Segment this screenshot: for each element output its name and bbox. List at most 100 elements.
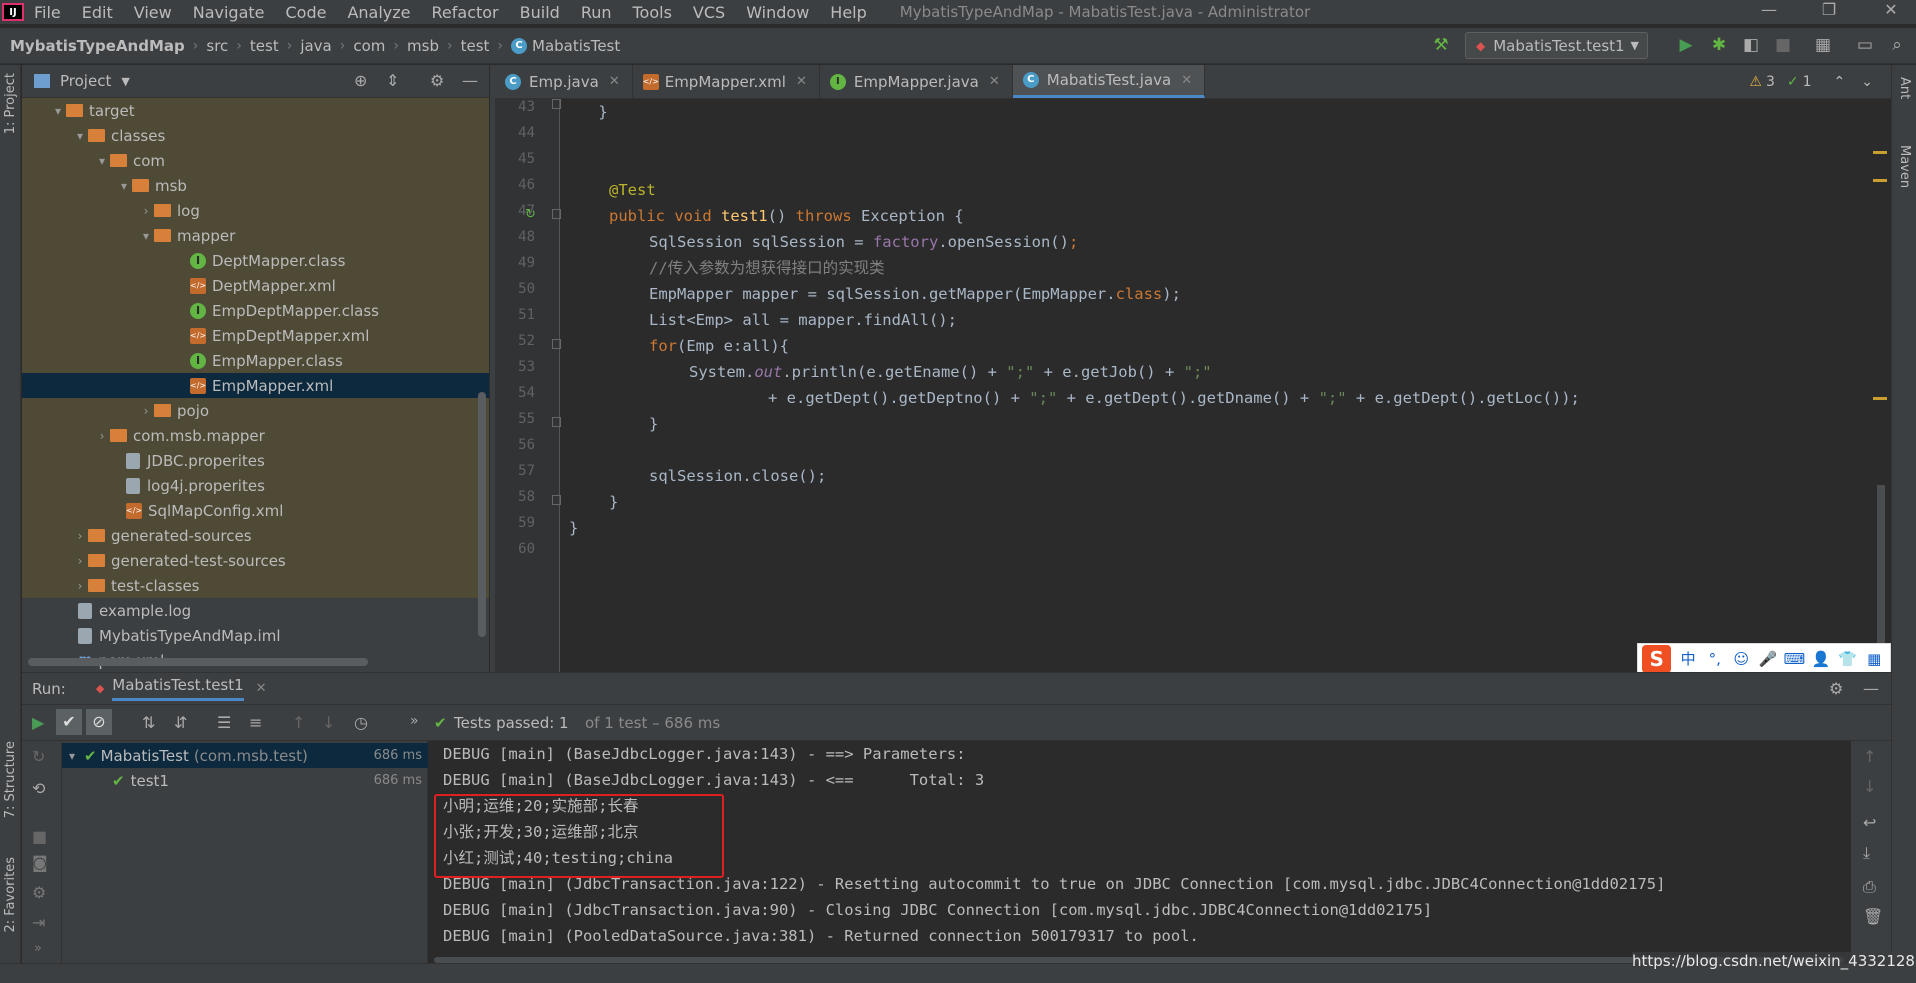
tree-item-jdbc-properties[interactable]: JDBC.properites: [22, 448, 489, 473]
tree-item-sqlmapconfig-xml[interactable]: </> SqlMapConfig.xml: [22, 498, 489, 523]
tool-tab-favorites[interactable]: 2: Favorites: [3, 857, 18, 933]
warning-marker[interactable]: [1873, 151, 1887, 154]
horizontal-scrollbar[interactable]: [28, 658, 368, 666]
tree-item-deptmapper-xml[interactable]: </> DeptMapper.xml: [22, 273, 489, 298]
test-case-row[interactable]: ✔ test1 686 ms: [62, 768, 428, 793]
breadcrumb-com[interactable]: com: [353, 37, 385, 55]
breadcrumb-project[interactable]: MybatisTypeAndMap: [10, 37, 185, 55]
close-icon[interactable]: ✕: [256, 681, 267, 696]
menu-vcs[interactable]: VCS: [693, 3, 725, 22]
tree-item-mapper[interactable]: ▾ mapper: [22, 223, 489, 248]
tool-tab-ant[interactable]: Ant: [1897, 77, 1912, 99]
tree-item-msb[interactable]: ▾ msb: [22, 173, 489, 198]
tree-item-com[interactable]: ▾ com: [22, 148, 489, 173]
layout-icon[interactable]: ▭: [1854, 35, 1876, 57]
tool-tab-project[interactable]: 1: Project: [3, 73, 18, 134]
menu-file[interactable]: File: [34, 3, 61, 22]
settings-small-icon[interactable]: ⚙: [32, 883, 46, 902]
stop-icon[interactable]: ■: [1772, 35, 1794, 57]
warning-marker[interactable]: [1873, 179, 1887, 182]
breadcrumb-src[interactable]: src: [206, 37, 228, 55]
restore-icon[interactable]: ❐: [1804, 0, 1854, 22]
tree-item-generated-sources[interactable]: › generated-sources: [22, 523, 489, 548]
tab-emp-java[interactable]: C Emp.java ✕: [495, 65, 633, 98]
tree-item-empmapper-class[interactable]: I EmpMapper.class: [22, 348, 489, 373]
ime-punctuation-toggle[interactable]: °,: [1704, 648, 1726, 670]
minimize-icon[interactable]: —: [1744, 0, 1794, 22]
next-failed-icon[interactable]: ↓: [322, 713, 335, 732]
menu-run[interactable]: Run: [581, 3, 612, 22]
fold-marker-icon[interactable]: [552, 99, 561, 109]
rerun-icon[interactable]: ▶: [32, 713, 44, 732]
breadcrumb-java[interactable]: java: [300, 37, 331, 55]
rerun-failed-icon[interactable]: ↻: [32, 747, 45, 766]
warning-marker[interactable]: [1873, 397, 1887, 400]
build-hammer-icon[interactable]: ⚒: [1430, 35, 1452, 57]
menu-window[interactable]: Window: [746, 3, 809, 22]
tree-item-test-classes[interactable]: › test-classes: [22, 573, 489, 598]
tree-item-empdeptmapper-xml[interactable]: </> EmpDeptMapper.xml: [22, 323, 489, 348]
test-suite-row[interactable]: ▾ ✔ MabatisTest (com.msb.test) 686 ms: [62, 743, 428, 768]
run-icon[interactable]: ▶: [1675, 35, 1697, 57]
search-icon[interactable]: ⌕: [1886, 35, 1908, 57]
collapse-all-icon[interactable]: ≡: [249, 713, 262, 732]
close-icon[interactable]: ✕: [796, 74, 807, 89]
more-icon[interactable]: »: [410, 713, 419, 729]
menu-tools[interactable]: Tools: [633, 3, 672, 22]
close-window-icon[interactable]: ✕: [1866, 0, 1916, 22]
breadcrumb-test[interactable]: test: [250, 37, 279, 55]
stop-icon[interactable]: ■: [32, 827, 47, 846]
tree-item-deptmapper-class[interactable]: I DeptMapper.class: [22, 248, 489, 273]
tree-item-log[interactable]: › log: [22, 198, 489, 223]
inspection-widget[interactable]: ⚠ 3 ✓ 1 ⌃ ⌄: [1749, 65, 1891, 98]
emoji-icon[interactable]: ☺: [1731, 648, 1753, 670]
breadcrumb-test-pkg[interactable]: test: [461, 37, 490, 55]
project-structure-icon[interactable]: ▦: [1812, 35, 1834, 57]
menu-view[interactable]: View: [134, 3, 172, 22]
chevron-down-icon[interactable]: ▼: [121, 75, 129, 88]
skin-icon[interactable]: 👕: [1837, 648, 1859, 670]
hide-panel-icon[interactable]: —: [1863, 679, 1879, 698]
run-tab[interactable]: MabatisTest.test1: [112, 676, 244, 701]
scroll-down-icon[interactable]: ↓: [1863, 777, 1876, 796]
tree-item-log4j-properties[interactable]: log4j.properites: [22, 473, 489, 498]
close-icon[interactable]: ✕: [609, 74, 620, 89]
project-panel-title[interactable]: Project: [60, 72, 111, 90]
collapse-all-icon[interactable]: ⇕: [386, 71, 399, 90]
ime-language-toggle[interactable]: 中: [1677, 648, 1699, 670]
fold-marker-icon[interactable]: [552, 339, 561, 349]
editor-scrollbar[interactable]: [1871, 99, 1891, 672]
breadcrumb-msb[interactable]: msb: [407, 37, 439, 55]
tree-item-pojo[interactable]: › pojo: [22, 398, 489, 423]
breadcrumb-class[interactable]: MabatisTest: [532, 37, 620, 55]
menu-code[interactable]: Code: [286, 3, 327, 22]
grid-menu-icon[interactable]: ▦: [1863, 648, 1885, 670]
tree-item-empdeptmapper-class[interactable]: I EmpDeptMapper.class: [22, 298, 489, 323]
scroll-to-end-icon[interactable]: ⤓: [1863, 843, 1870, 863]
menu-help[interactable]: Help: [830, 3, 866, 22]
tree-item-empmapper-xml[interactable]: </> EmpMapper.xml: [22, 373, 489, 398]
trash-icon[interactable]: 🗑: [1863, 907, 1883, 926]
run-test-gutter-icon[interactable]: ↻: [525, 207, 536, 222]
tool-tab-structure[interactable]: 7: Structure: [3, 741, 18, 818]
sort-duration-icon[interactable]: ⇵: [174, 713, 187, 732]
sogou-logo-icon[interactable]: S: [1642, 645, 1672, 673]
tree-item-classes[interactable]: ▾ classes: [22, 123, 489, 148]
locate-icon[interactable]: ⊕: [354, 71, 367, 90]
prev-failed-icon[interactable]: ↑: [292, 713, 305, 732]
sort-alpha-icon[interactable]: ⇅: [142, 713, 155, 732]
more-icon[interactable]: »: [34, 941, 42, 956]
camera-icon[interactable]: ◙: [32, 853, 48, 872]
chevron-down-icon[interactable]: ⌄: [1861, 74, 1873, 90]
code-editor[interactable]: } @Test public void test1() throws Excep…: [561, 99, 1871, 672]
tab-empmapper-xml[interactable]: </> EmpMapper.xml ✕: [633, 65, 820, 98]
scroll-up-icon[interactable]: ↑: [1863, 747, 1876, 766]
gear-icon[interactable]: ⚙: [1829, 679, 1843, 698]
tool-tab-maven[interactable]: Maven: [1897, 145, 1912, 188]
menu-edit[interactable]: Edit: [82, 3, 113, 22]
coverage-icon[interactable]: ◧: [1740, 35, 1762, 57]
hide-panel-icon[interactable]: —: [462, 71, 478, 90]
exit-icon[interactable]: ⇥: [32, 913, 45, 932]
fold-marker-icon[interactable]: [552, 209, 561, 219]
history-icon[interactable]: ◷: [354, 713, 368, 732]
